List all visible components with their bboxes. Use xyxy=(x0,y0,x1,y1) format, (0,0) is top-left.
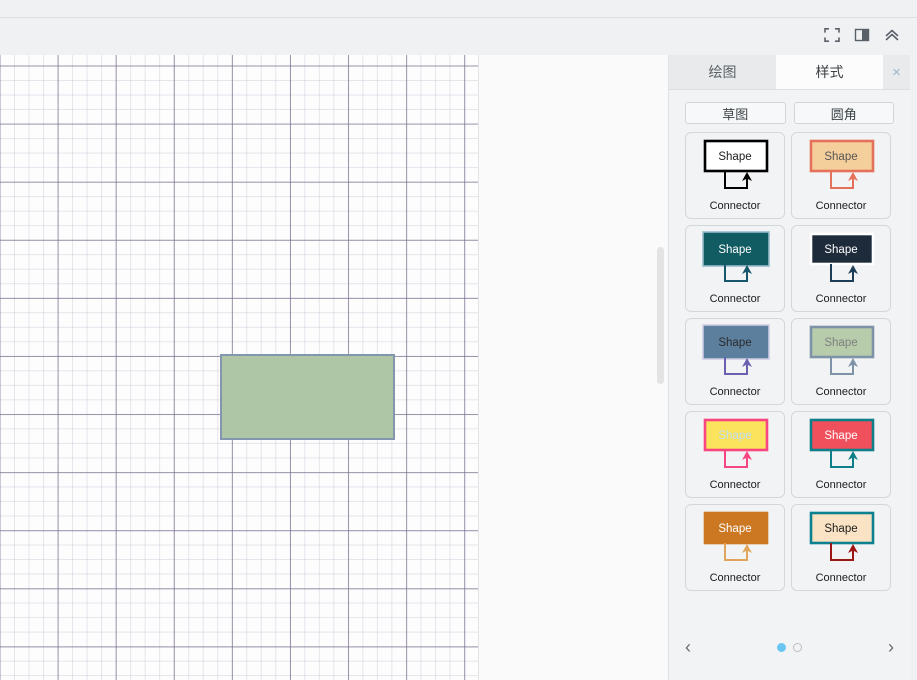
style-preset-shape-label: Shape xyxy=(718,523,752,535)
sketch-toggle-button[interactable]: 草图 xyxy=(685,102,786,124)
rounded-toggle-button[interactable]: 圆角 xyxy=(793,102,894,124)
style-preset-card[interactable]: Shape Connector xyxy=(791,132,891,219)
collapse-chevron-icon[interactable] xyxy=(883,26,901,44)
style-preset-shape-label: Shape xyxy=(824,523,858,535)
pager-next-button[interactable]: › xyxy=(888,638,894,656)
style-preset-connector-label: Connector xyxy=(709,386,761,398)
canvas-vertical-scrollbar[interactable] xyxy=(657,55,667,680)
style-preset-connector-label: Connector xyxy=(815,572,867,584)
style-preset-shape-label: Shape xyxy=(718,337,752,349)
pager-dot[interactable] xyxy=(777,642,786,652)
style-preset-card[interactable]: Shape Connector xyxy=(685,504,785,591)
style-preset-connector-label: Connector xyxy=(815,200,867,212)
tab-draw[interactable]: 绘图 xyxy=(669,55,776,90)
canvas-shape-rectangle[interactable] xyxy=(220,354,395,440)
pager-dot[interactable] xyxy=(793,642,802,652)
app-root: 绘图 样式 × 草图 圆角 Shape Connector Shape Connect… xyxy=(0,0,917,680)
tab-style[interactable]: 样式 xyxy=(776,55,883,90)
style-preset-shape-label: Shape xyxy=(718,430,752,442)
style-preset-connector-label: Connector xyxy=(815,293,867,305)
style-preset-connector-label: Connector xyxy=(709,293,761,305)
close-icon: × xyxy=(892,63,901,81)
style-preset-card[interactable]: Shape Connector xyxy=(791,504,891,591)
style-preset-card[interactable]: Shape Connector xyxy=(791,225,891,312)
style-toggle-row: 草图 圆角 xyxy=(669,90,910,124)
style-preset-card[interactable]: Shape Connector xyxy=(685,132,785,219)
style-preset-card[interactable]: Shape Connector xyxy=(791,411,891,498)
format-panel: 绘图 样式 × 草图 圆角 Shape Connector Shape Connect… xyxy=(669,55,910,680)
sketch-toggle-label: 草图 xyxy=(722,106,749,122)
style-preset-connector-label: Connector xyxy=(709,200,761,212)
fullscreen-icon[interactable] xyxy=(823,26,841,44)
style-preset-connector-label: Connector xyxy=(709,572,761,584)
style-preset-card[interactable]: Shape Connector xyxy=(685,318,785,405)
style-preset-connector-label: Connector xyxy=(815,386,867,398)
style-preset-shape-label: Shape xyxy=(718,244,752,256)
format-panel-body: 草图 圆角 Shape Connector Shape Connector Shape C… xyxy=(669,90,910,680)
style-preset-card[interactable]: Shape Connector xyxy=(791,318,891,405)
canvas-vertical-scrollbar-thumb[interactable] xyxy=(657,247,664,384)
top-bar-divider xyxy=(0,17,917,18)
style-preset-shape-label: Shape xyxy=(824,337,858,349)
style-preset-connector-label: Connector xyxy=(709,479,761,491)
close-panel-button[interactable]: × xyxy=(883,55,910,90)
pager-dots xyxy=(777,642,802,652)
top-bar-icon-group xyxy=(823,26,901,44)
style-preset-grid: Shape Connector Shape Connector Shape Connect… xyxy=(669,124,910,591)
pager-prev-button[interactable]: ‹ xyxy=(685,638,691,656)
rounded-toggle-label: 圆角 xyxy=(830,106,857,122)
drawing-canvas[interactable] xyxy=(0,55,669,680)
tab-style-label: 样式 xyxy=(815,64,844,80)
style-preset-card[interactable]: Shape Connector xyxy=(685,225,785,312)
style-preset-shape-label: Shape xyxy=(824,430,858,442)
style-preset-card[interactable]: Shape Connector xyxy=(685,411,785,498)
style-preset-shape-label: Shape xyxy=(718,151,752,163)
canvas-blank-area[interactable] xyxy=(479,55,669,680)
top-bar xyxy=(0,0,917,55)
style-preset-shape-label: Shape xyxy=(824,244,858,256)
style-preset-connector-label: Connector xyxy=(815,479,867,491)
tab-draw-label: 绘图 xyxy=(708,64,737,80)
panel-vertical-scrollbar[interactable] xyxy=(910,55,917,680)
toggle-panel-icon[interactable] xyxy=(853,26,871,44)
style-preset-shape-label: Shape xyxy=(824,151,858,163)
format-panel-tabs: 绘图 样式 × xyxy=(669,55,910,90)
style-pager: ‹ › xyxy=(685,635,894,659)
